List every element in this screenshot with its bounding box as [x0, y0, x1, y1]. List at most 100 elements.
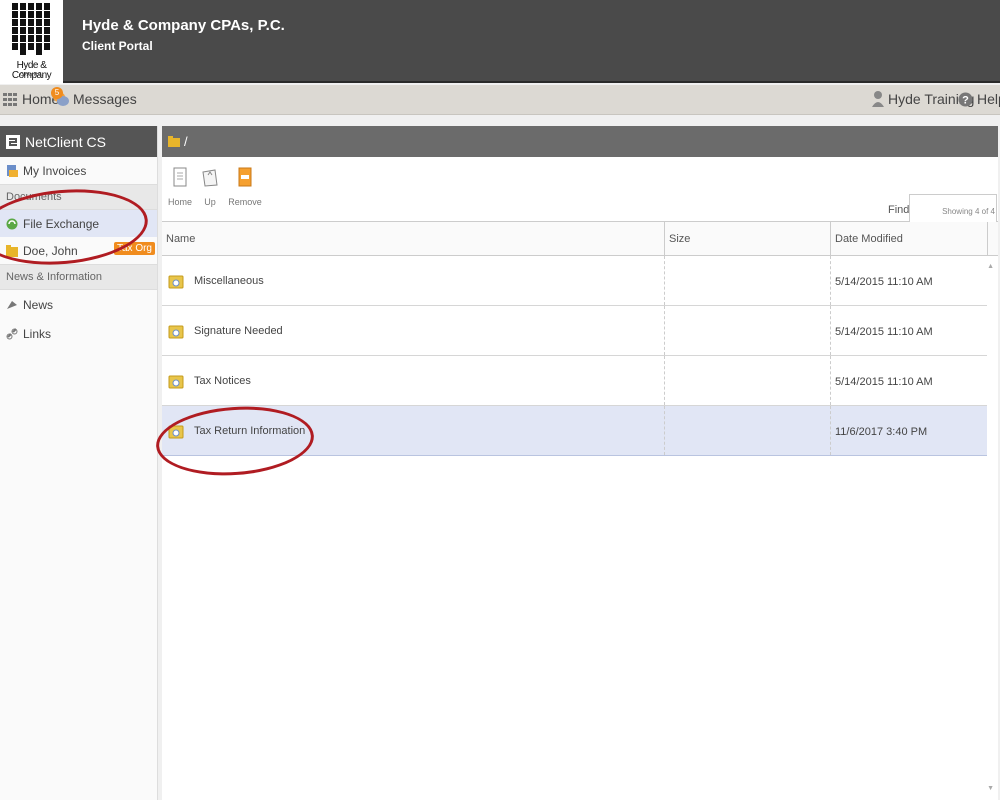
logo-text: Hyde & Company — [11, 60, 52, 81]
column-header-date[interactable]: Date Modified — [835, 233, 903, 245]
sidebar-item-doe-john[interactable]: Doe, John Tax Org — [0, 237, 157, 264]
row-date: 5/14/2015 11:10 AM — [835, 326, 933, 338]
logo-block — [36, 3, 42, 10]
column-divider[interactable] — [987, 222, 988, 255]
table-row[interactable]: Signature Needed 5/14/2015 11:10 AM — [162, 306, 987, 356]
logo-block — [44, 27, 50, 34]
folder-icon — [168, 275, 184, 289]
row-date: 11/6/2017 3:40 PM — [835, 426, 928, 438]
logo-block — [44, 35, 50, 42]
remove-button[interactable]: Remove — [228, 167, 262, 207]
sidebar: NetClient CS My Invoices Documents File … — [0, 126, 158, 800]
folder-icon — [6, 244, 18, 257]
row-name-cell: Tax Notices — [168, 373, 251, 389]
help-link[interactable]: ? Help — [958, 91, 1000, 107]
home-button[interactable]: Home — [163, 167, 197, 207]
row-date: 5/14/2015 11:10 AM — [835, 276, 933, 288]
logo-block — [44, 11, 50, 18]
sidebar-item-label: News — [23, 298, 54, 312]
scroll-up-arrow[interactable]: ▲ — [987, 263, 994, 270]
column-header-size[interactable]: Size — [669, 233, 690, 245]
logo-block — [28, 11, 34, 18]
help-icon: ? — [958, 92, 973, 106]
logo-block — [44, 43, 50, 50]
logo-block — [28, 43, 34, 50]
user-icon — [872, 91, 884, 107]
cell-divider — [664, 306, 665, 355]
logo-block — [12, 3, 18, 10]
row-name-cell: Signature Needed — [168, 323, 283, 339]
toolbar: Home Up Remove Find: — [162, 157, 998, 225]
logo-block — [28, 19, 34, 26]
row-name: Tax Return Information — [194, 425, 306, 437]
sidebar-item-links[interactable]: Links — [0, 320, 157, 347]
grid-icon — [3, 92, 17, 106]
logo-block — [44, 3, 50, 10]
logo-block — [28, 3, 34, 10]
logo-block — [20, 27, 26, 34]
table-row[interactable]: Miscellaneous 5/14/2015 11:10 AM — [162, 256, 987, 306]
remove-document-icon — [238, 167, 252, 187]
cell-divider — [664, 356, 665, 405]
row-name: Tax Notices — [194, 375, 251, 387]
column-header-name[interactable]: Name — [166, 233, 195, 245]
folder-up-icon — [202, 169, 218, 187]
logo-block — [12, 11, 18, 18]
folder-icon — [168, 425, 184, 439]
column-divider[interactable] — [830, 222, 831, 255]
logo-block — [36, 27, 42, 34]
svg-text:?: ? — [962, 94, 969, 106]
row-name: Miscellaneous — [194, 275, 264, 287]
file-list: Miscellaneous 5/14/2015 11:10 AM Signatu… — [162, 256, 998, 456]
current-path: / — [184, 134, 188, 149]
home-button-label: Home — [167, 197, 192, 207]
scroll-down-arrow[interactable]: ▼ — [987, 785, 994, 792]
firm-name: Hyde & Company CPAs, P.C. — [82, 17, 285, 34]
item-count: Showing 4 of 4 — [942, 207, 995, 216]
messages-nav-link[interactable]: Messages — [53, 91, 137, 107]
cell-divider — [830, 256, 831, 305]
logo-block — [36, 11, 42, 18]
logo-block — [20, 3, 26, 10]
row-name: Signature Needed — [194, 325, 283, 337]
tax-org-badge[interactable]: Tax Org — [113, 242, 155, 255]
folder-icon — [168, 136, 180, 147]
sidebar-item-my-invoices[interactable]: My Invoices — [0, 157, 157, 184]
table-header: Name Size Date Modified — [162, 222, 998, 256]
logo-block — [44, 19, 50, 26]
sidebar-section-documents: Documents — [0, 184, 157, 210]
up-button[interactable]: Up — [193, 167, 227, 207]
logo-block — [28, 35, 34, 42]
help-label: Help — [977, 91, 1000, 107]
sidebar-item-news[interactable]: News — [0, 290, 157, 320]
cell-divider — [830, 306, 831, 355]
logo-block — [36, 35, 42, 42]
cell-divider — [830, 356, 831, 405]
netclient-icon — [6, 134, 20, 149]
logo-block — [12, 27, 18, 34]
logo-block — [20, 43, 26, 55]
logo-block — [12, 43, 18, 50]
table-row[interactable]: Tax Return Information 11/6/2017 3:40 PM — [162, 406, 987, 456]
top-nav: Home Messages 5 Hyde Training ? Help — [0, 85, 1000, 115]
up-button-label: Up — [204, 197, 216, 207]
column-divider[interactable] — [664, 222, 665, 255]
sidebar-item-label: Doe, John — [23, 243, 78, 258]
remove-button-label: Remove — [228, 197, 262, 207]
firm-logo[interactable]: Hyde & Company CPAs P.C. — [0, 0, 63, 84]
sidebar-section-news: News & Information — [0, 264, 157, 290]
sidebar-header: NetClient CS — [0, 126, 157, 157]
sidebar-item-file-exchange[interactable]: File Exchange — [0, 210, 157, 237]
logo-grid-icon — [12, 3, 52, 57]
folder-icon — [168, 375, 184, 389]
table-row[interactable]: Tax Notices 5/14/2015 11:10 AM — [162, 356, 987, 406]
logo-block — [20, 35, 26, 42]
cell-divider — [664, 406, 665, 455]
portal-name: Client Portal — [82, 39, 153, 53]
messages-count-badge: 5 — [51, 87, 63, 99]
file-exchange-icon — [6, 218, 18, 229]
news-icon — [7, 301, 17, 309]
logo-block — [36, 19, 42, 26]
sidebar-title: NetClient CS — [25, 133, 106, 150]
file-exchange-panel: / Home Up Remove Find: Showing 4 of 4 Na… — [162, 126, 998, 800]
